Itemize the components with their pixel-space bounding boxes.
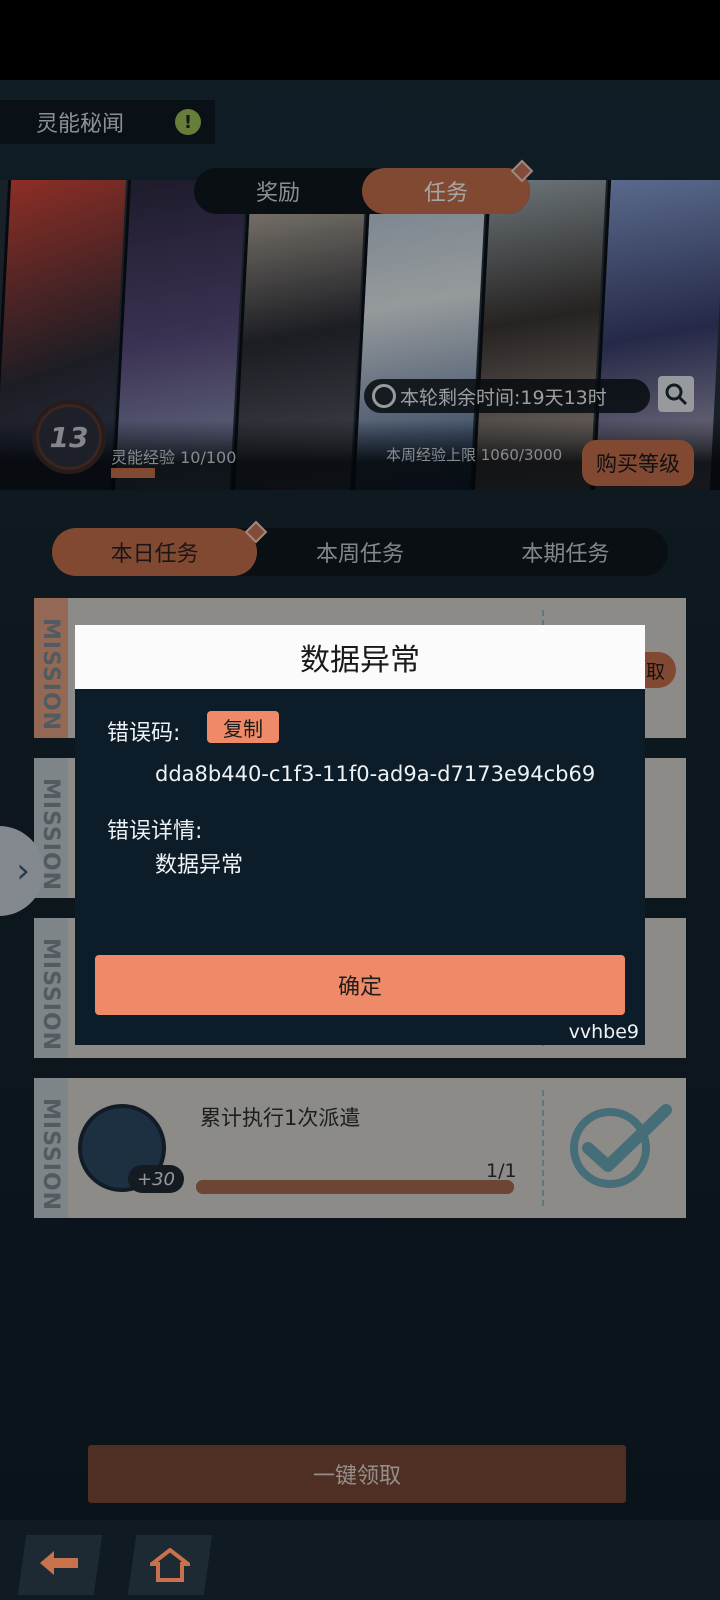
copy-button[interactable]: 复制 [207,711,279,743]
bottom-nav [0,1520,720,1600]
dialog-title: 数据异常 [75,625,645,689]
home-icon [150,1548,190,1582]
error-dialog: 数据异常 错误码: 复制 dda8b440-c1f3-11f0-ad9a-d71… [75,625,645,1045]
back-icon [40,1551,78,1575]
confirm-button[interactable]: 确定 [95,955,625,1015]
error-detail-label: 错误详情: [107,819,203,844]
dialog-tag: vvhbe9 [568,1021,639,1043]
error-detail: 数据异常 [155,853,244,878]
error-code: dda8b440-c1f3-11f0-ad9a-d7173e94cb69 [155,762,596,786]
status-bar [0,0,720,80]
back-button[interactable] [17,1535,103,1595]
error-code-label: 错误码: [107,721,181,746]
home-button[interactable] [127,1535,213,1595]
